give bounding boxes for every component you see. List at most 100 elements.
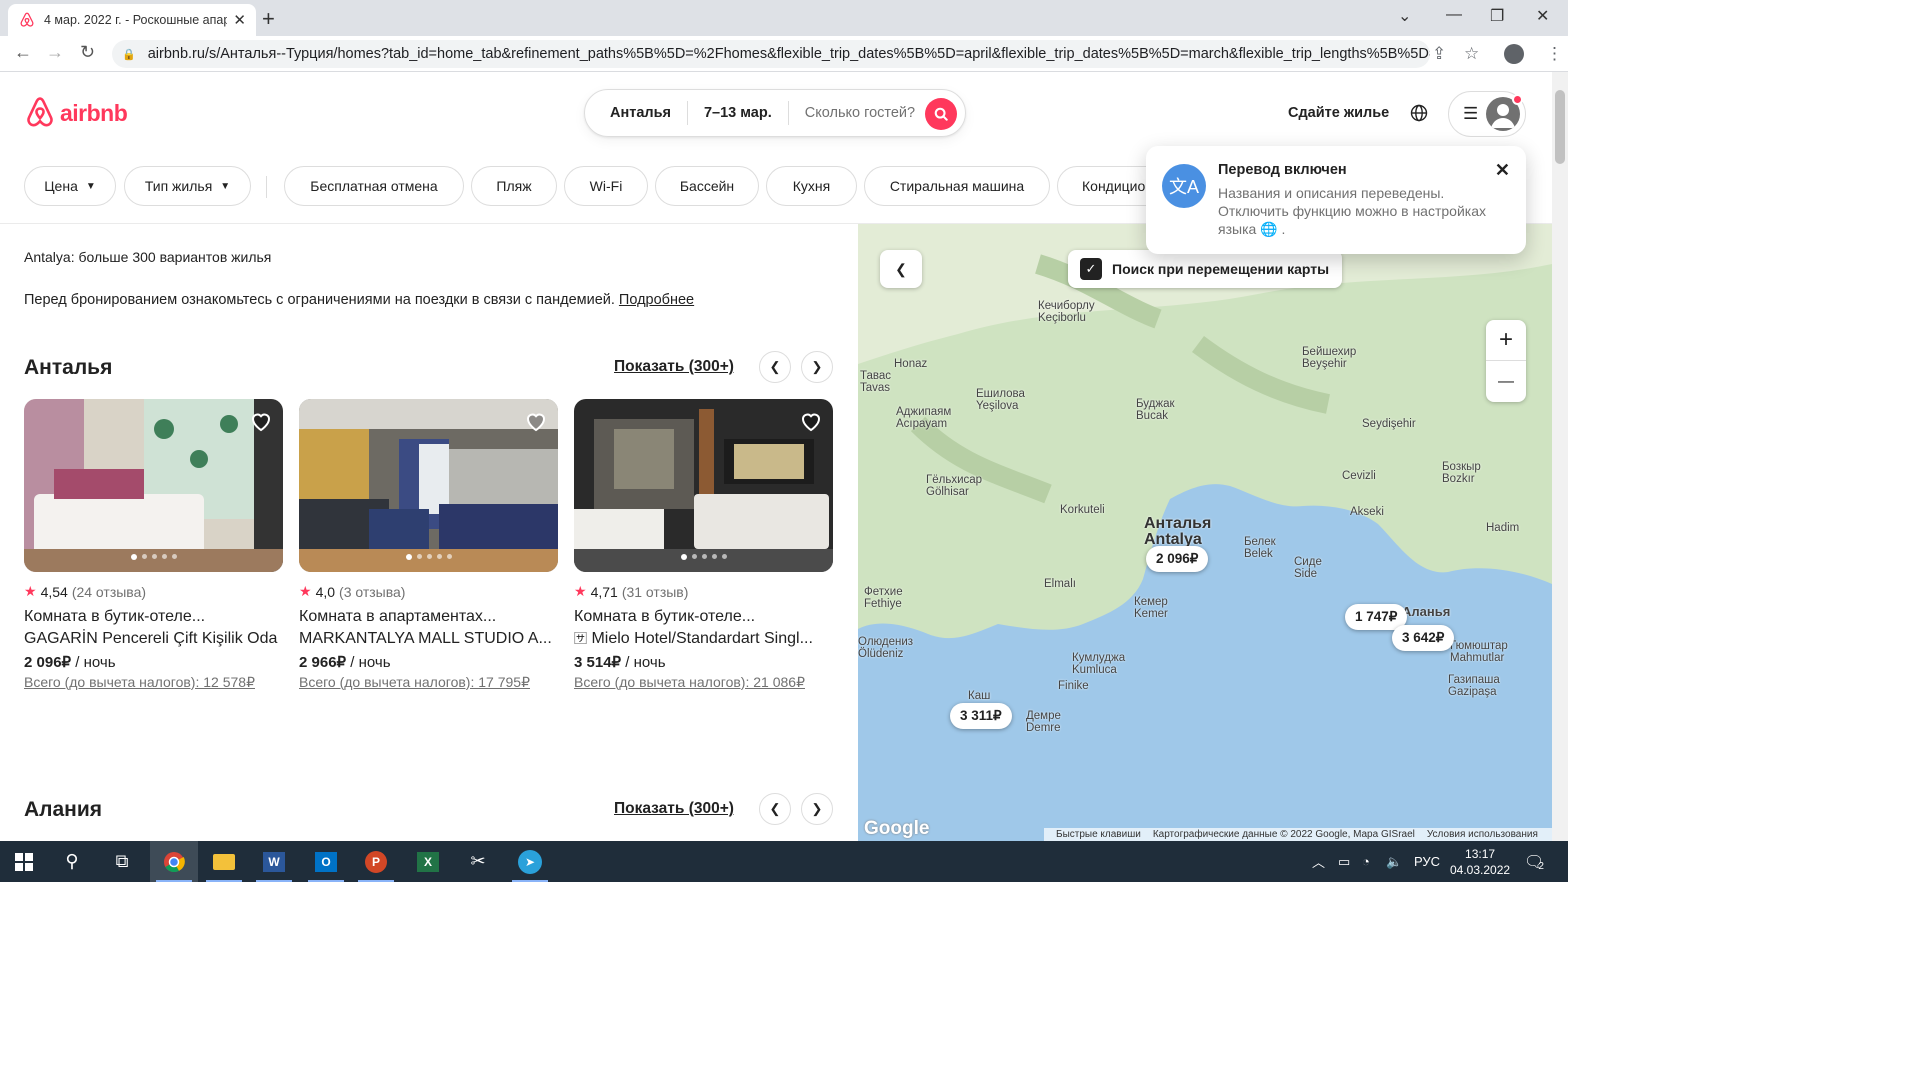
toast-body-text: Названия и описания переведены. Отключит… — [1218, 185, 1486, 237]
become-host-link[interactable]: Сдайте жилье — [1288, 105, 1389, 121]
map-price-marker[interactable]: 3 642₽ — [1392, 625, 1455, 651]
listing-photo[interactable] — [299, 399, 558, 572]
chrome-icon[interactable] — [150, 841, 198, 882]
user-menu-button[interactable]: ☰ — [1448, 91, 1526, 137]
keyboard-shortcuts-link[interactable]: Быстрые клавиши — [1056, 829, 1141, 840]
telegram-icon[interactable]: ➤ — [506, 841, 554, 882]
language-indicator[interactable]: РУС — [1414, 841, 1440, 882]
map[interactable]: ❮ ✓ Поиск при перемещении карты + — Кечи… — [858, 224, 1552, 841]
rating-value: 4,0 — [315, 583, 336, 600]
browser-menu-icon[interactable]: ⋮ — [1546, 44, 1563, 64]
browser-tabbar: 4 мар. 2022 г. - Роскошные апар ✕ + ⌄ — … — [0, 0, 1568, 36]
search-guests[interactable]: Сколько гостей? — [789, 105, 931, 121]
listing-card[interactable]: ★ 4,71 (31 отзыв) Комната в бутик-отеле...… — [574, 399, 833, 691]
collapse-map-button[interactable]: ❮ — [880, 250, 922, 288]
airbnb-logo[interactable]: airbnb — [24, 96, 128, 130]
next-button[interactable]: ❯ — [801, 793, 833, 825]
zoom-out-button[interactable]: — — [1486, 361, 1526, 402]
notice-text: Перед бронированием ознакомьтесь с огран… — [24, 292, 615, 308]
filter-type[interactable]: Тип жилья ▼ — [124, 166, 251, 206]
zoom-controls: + — — [1486, 320, 1526, 402]
share-icon[interactable]: ⇪ — [1432, 44, 1446, 64]
map-price-marker[interactable]: 3 311₽ — [950, 703, 1012, 729]
map-price-marker[interactable]: 2 096₽ — [1146, 546, 1209, 572]
price-value: 2 966₽ — [299, 654, 347, 671]
volume-icon[interactable]: 🔈 — [1386, 841, 1402, 882]
search-button[interactable] — [925, 98, 957, 130]
new-tab-button[interactable]: + — [262, 6, 275, 32]
filter-beach[interactable]: Пляж — [471, 166, 557, 206]
map-label: Hadim — [1486, 522, 1520, 534]
heart-icon[interactable] — [524, 409, 548, 433]
listing-total[interactable]: Всего (до вычета налогов): 17 795₽ — [299, 674, 558, 691]
profile-icon[interactable] — [1504, 44, 1524, 64]
checkbox-checked-icon[interactable]: ✓ — [1080, 258, 1102, 280]
map-label: Кумлуджа Kumluca — [1072, 652, 1126, 676]
listing-total[interactable]: Всего (до вычета налогов): 12 578₽ — [24, 674, 283, 691]
outlook-icon[interactable]: O — [302, 841, 350, 882]
back-icon[interactable]: ← — [14, 42, 32, 63]
search-bar[interactable]: Анталья 7–13 мар. Сколько гостей? — [584, 89, 966, 137]
map-attribution: Быстрые клавиши Картографические данные … — [1044, 828, 1552, 841]
browser-tab[interactable]: 4 мар. 2022 г. - Роскошные апар ✕ — [8, 4, 256, 36]
terms-link[interactable]: Условия использования — [1427, 829, 1538, 840]
prev-button[interactable]: ❮ — [759, 351, 791, 383]
task-view-icon[interactable]: ⧉ — [98, 841, 146, 882]
tray-chevron-icon[interactable]: ︿ — [1312, 841, 1325, 882]
search-on-move-toggle[interactable]: ✓ Поиск при перемещении карты — [1068, 250, 1342, 288]
clock[interactable]: 13:17 04.03.2022 — [1450, 841, 1510, 882]
zoom-in-button[interactable]: + — [1486, 320, 1526, 361]
scrollbar-thumb[interactable] — [1555, 90, 1565, 164]
battery-icon[interactable]: ▭ — [1338, 841, 1350, 882]
windows-start-icon[interactable] — [0, 841, 48, 882]
notice-link[interactable]: Подробнее — [619, 292, 694, 308]
review-count: (3 отзыва) — [339, 583, 406, 600]
map-data-text: Картографические данные © 2022 Google, M… — [1152, 829, 1415, 840]
windows-taskbar: ⚲ ⧉ W O P X ✂ ➤ ︿ ▭ ◔ 🔈 РУС 13:17 04.03.… — [0, 841, 1568, 882]
star-icon: ★ — [574, 583, 587, 599]
next-button[interactable]: ❯ — [801, 351, 833, 383]
listing-photo[interactable] — [24, 399, 283, 572]
minimize-icon[interactable]: — — [1446, 6, 1462, 24]
page-scrollbar[interactable] — [1552, 72, 1568, 841]
toast-close-button[interactable]: ✕ — [1495, 160, 1510, 181]
restore-icon[interactable]: ❐ — [1490, 6, 1504, 26]
listing-card[interactable]: ★ 4,0 (3 отзыва) Комната в апартаментах...… — [299, 399, 558, 691]
excel-icon[interactable]: X — [404, 841, 452, 882]
filter-washer[interactable]: Стиральная машина — [864, 166, 1050, 206]
filter-free-cancel[interactable]: Бесплатная отмена — [284, 166, 464, 206]
close-window-icon[interactable]: ✕ — [1536, 6, 1549, 26]
bookmark-star-icon[interactable]: ☆ — [1464, 44, 1479, 64]
search-dates[interactable]: 7–13 мар. — [688, 105, 788, 121]
snipping-tool-icon[interactable]: ✂ — [454, 841, 502, 882]
tab-search-icon[interactable]: ⌄ — [1398, 6, 1411, 26]
word-icon[interactable]: W — [250, 841, 298, 882]
show-all-link[interactable]: Показать (300+) — [614, 358, 734, 376]
listing-total[interactable]: Всего (до вычета налогов): 21 086₽ — [574, 674, 833, 691]
heart-icon[interactable] — [799, 409, 823, 433]
tab-close-icon[interactable]: ✕ — [233, 11, 246, 29]
heart-icon[interactable] — [249, 409, 273, 433]
wifi-icon[interactable]: ◔ — [1362, 841, 1370, 882]
show-all-link[interactable]: Показать (300+) — [614, 800, 734, 818]
listing-card[interactable]: ★ 4,54 (24 отзыва) Комната в бутик-отеле..… — [24, 399, 283, 691]
filter-kitchen[interactable]: Кухня — [766, 166, 857, 206]
forward-icon[interactable]: → — [46, 42, 64, 63]
address-bar[interactable]: 🔒 airbnb.ru/s/Анталья--Турция/homes?tab_… — [112, 40, 1430, 68]
powerpoint-icon[interactable]: P — [352, 841, 400, 882]
map-label: Ешилова Yeşilova — [976, 388, 1025, 412]
filter-pool[interactable]: Бассейн — [655, 166, 759, 206]
prev-button[interactable]: ❮ — [759, 793, 791, 825]
listing-photo[interactable] — [574, 399, 833, 572]
listing-name: 🈂 Mielo Hotel/Standardart Singl... — [574, 628, 833, 650]
search-icon[interactable]: ⚲ — [48, 841, 96, 882]
globe-icon[interactable] — [1410, 104, 1428, 127]
photo-dots — [130, 554, 177, 560]
filter-wifi[interactable]: Wi-Fi — [564, 166, 648, 206]
map-label: Демре Demre — [1026, 710, 1061, 734]
file-explorer-icon[interactable] — [200, 841, 248, 882]
search-location[interactable]: Анталья — [585, 105, 687, 121]
reload-icon[interactable]: ↻ — [80, 42, 95, 63]
filter-price[interactable]: Цена ▼ — [24, 166, 116, 206]
notifications-icon[interactable]: 🗨 2 — [1524, 841, 1544, 882]
